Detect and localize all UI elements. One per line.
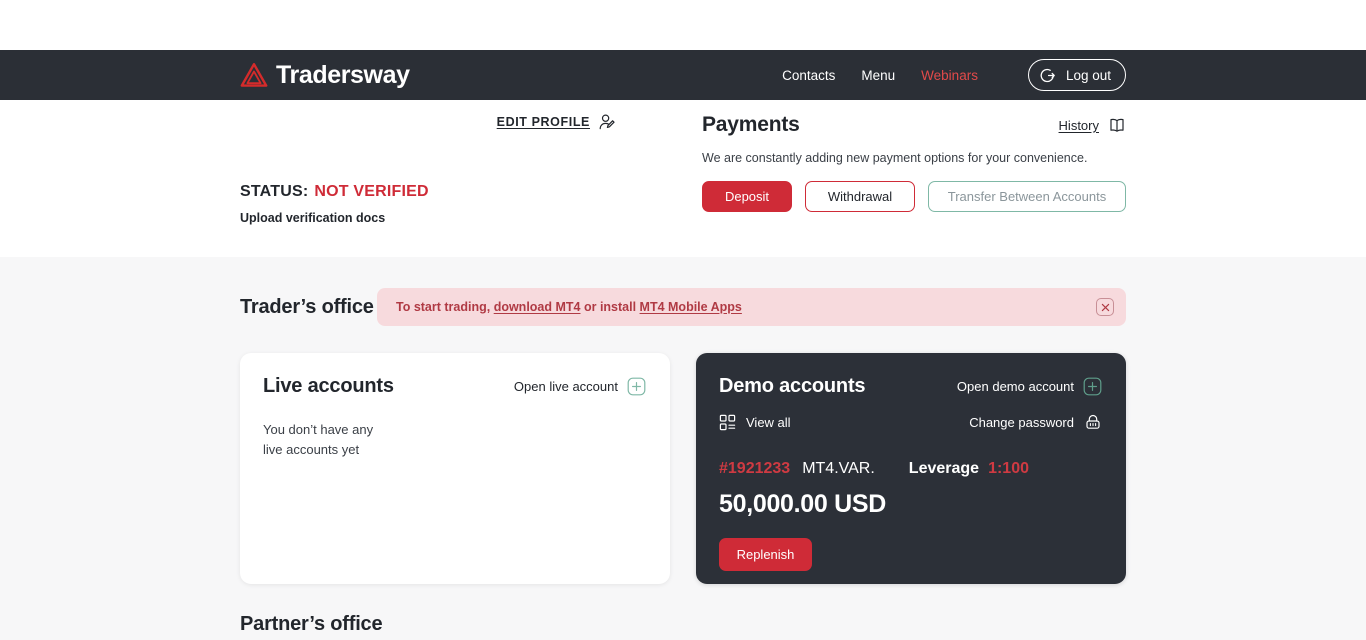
site-header: Tradersway Contacts Menu Webinars Log ou… <box>0 50 1366 100</box>
status-badge: NOT VERIFIED <box>314 183 429 200</box>
edit-profile-label: EDIT PROFILE <box>496 115 590 129</box>
nav-item-webinars[interactable]: Webinars <box>921 68 978 83</box>
payments-description: We are constantly adding new payment opt… <box>702 151 1088 165</box>
main-content: Trader’s office To start trading, downlo… <box>0 257 1366 640</box>
alert-text-middle: or install <box>580 300 640 314</box>
empty-line-2: live accounts yet <box>263 442 360 457</box>
replenish-button[interactable]: Replenish <box>719 538 812 571</box>
withdrawal-button[interactable]: Withdrawal <box>805 181 915 212</box>
live-accounts-empty-state: You don’t have any live accounts yet <box>263 420 646 460</box>
empty-line-1: You don’t have any <box>263 422 374 437</box>
open-demo-account-label: Open demo account <box>956 379 1074 394</box>
traders-office-title: Trader’s office <box>240 295 374 318</box>
change-password-label: Change password <box>969 414 1074 430</box>
traders-office-row: Trader’s office To start trading, downlo… <box>240 257 1126 326</box>
partners-office-title: Partner’s office <box>240 613 383 635</box>
logout-button[interactable]: Log out <box>1027 59 1126 91</box>
leverage-label: Leverage <box>908 460 980 477</box>
alert-message: To start trading, download MT4 or instal… <box>396 300 742 314</box>
leverage-value: 1:100 <box>988 460 1029 477</box>
view-all-accounts-link[interactable]: View all <box>719 414 791 431</box>
download-mt4-link[interactable]: download MT4 <box>494 300 581 314</box>
verification-status: STATUS: NOT VERIFIED <box>240 183 702 201</box>
payments-history-link[interactable]: History <box>1059 113 1126 134</box>
demo-accounts-header: Demo accounts Open demo account <box>719 375 1102 398</box>
account-id: #1921233 <box>719 460 791 477</box>
book-icon <box>1108 117 1126 134</box>
top-spacer <box>0 0 1366 50</box>
alert-text-before: To start trading, <box>396 300 494 314</box>
mt4-mobile-apps-link[interactable]: MT4 Mobile Apps <box>640 300 742 314</box>
demo-accounts-title: Demo accounts <box>719 375 866 397</box>
user-edit-icon <box>598 113 616 131</box>
open-live-account-label: Open live account <box>513 379 618 394</box>
change-password-link[interactable]: Change password <box>969 413 1102 431</box>
status-label: STATUS: <box>240 183 309 200</box>
plus-box-icon <box>1083 377 1102 396</box>
payments-header: Payments History <box>702 113 1126 137</box>
open-live-account-link[interactable]: Open live account <box>514 377 646 396</box>
nav-item-contacts[interactable]: Contacts <box>782 68 835 83</box>
account-balance: 50,000.00 USD <box>719 490 887 518</box>
brand-logo[interactable]: Tradersway <box>240 62 410 88</box>
demo-account-meta: #1921233 MT4.VAR. Leverage 1:100 <box>719 460 1102 478</box>
transfer-between-accounts-button[interactable]: Transfer Between Accounts <box>928 181 1126 212</box>
logout-icon <box>1040 67 1057 84</box>
profile-section: EDIT PROFILE STATUS: NOT VERIFIED Upload … <box>240 100 702 257</box>
close-icon[interactable] <box>1096 298 1114 316</box>
upload-verification-docs-link[interactable]: Upload verification docs <box>240 211 702 225</box>
profile-payments-band: EDIT PROFILE STATUS: NOT VERIFIED Upload … <box>0 100 1366 257</box>
lock-icon <box>1084 413 1102 431</box>
payments-actions: Deposit Withdrawal Transfer Between Acco… <box>702 181 1126 212</box>
triangle-logo-icon <box>240 62 268 88</box>
deposit-button[interactable]: Deposit <box>702 181 792 212</box>
edit-profile-link[interactable]: EDIT PROFILE <box>240 113 702 131</box>
view-all-label: View all <box>746 414 791 430</box>
main-nav: Contacts Menu Webinars Log out <box>782 59 1126 91</box>
live-accounts-card: Live accounts Open live account You don’… <box>240 353 670 584</box>
live-accounts-header: Live accounts Open live account <box>263 375 646 398</box>
history-label: History <box>1058 118 1099 133</box>
payments-section: Payments History We are constantly addin… <box>702 100 1126 257</box>
open-demo-account-link[interactable]: Open demo account <box>957 377 1102 396</box>
logout-label: Log out <box>1065 67 1111 83</box>
grid-list-icon <box>719 414 736 431</box>
demo-accounts-subactions: View all Change password <box>719 413 1102 431</box>
payments-title: Payments <box>702 113 800 136</box>
plus-box-icon <box>627 377 646 396</box>
mt4-alert-banner: To start trading, download MT4 or instal… <box>377 288 1126 326</box>
brand-name: Tradersway <box>276 60 410 89</box>
live-accounts-title: Live accounts <box>263 375 394 397</box>
accounts-cards: Live accounts Open live account You don’… <box>240 353 1126 584</box>
nav-item-menu[interactable]: Menu <box>861 68 895 83</box>
account-type: MT4.VAR. <box>802 460 875 477</box>
demo-accounts-card: Demo accounts Open demo account View all… <box>696 353 1126 584</box>
